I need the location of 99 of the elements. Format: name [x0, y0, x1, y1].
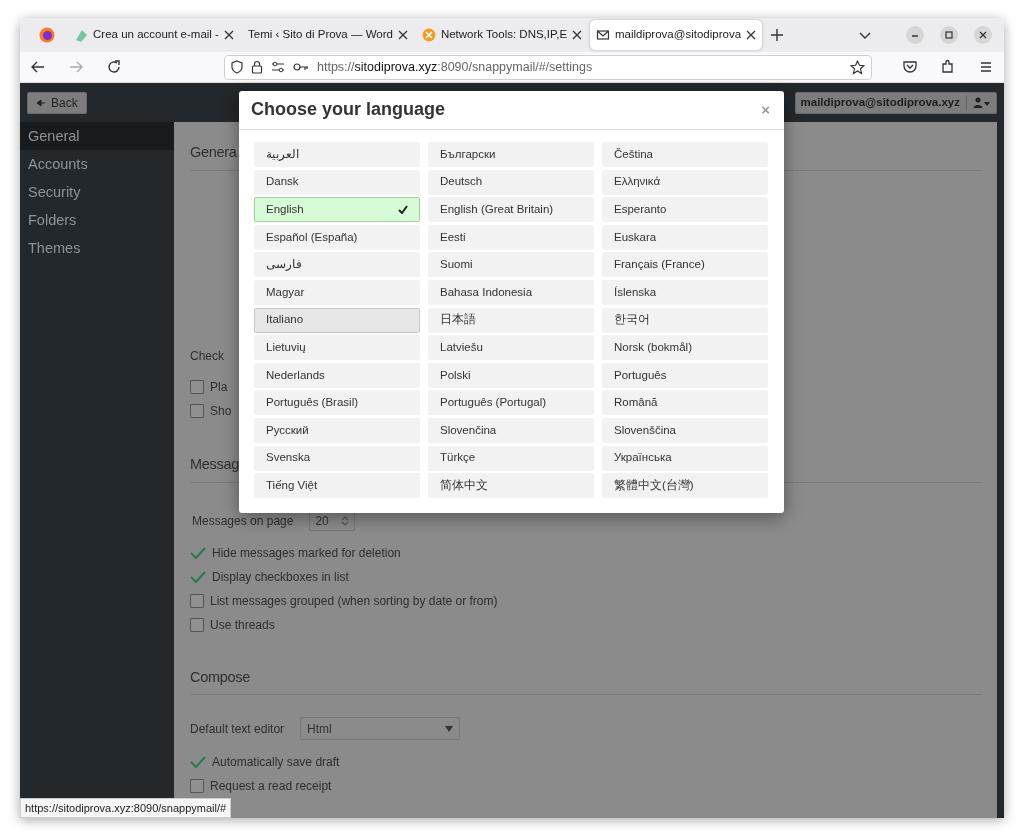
checkbox[interactable] — [190, 593, 204, 608]
language-option[interactable]: Norsk (bokmål) — [602, 335, 768, 361]
back-arrow-icon[interactable] — [30, 59, 46, 75]
language-option[interactable]: Français (France) — [602, 252, 768, 278]
option-label: Request a read receipt — [210, 778, 332, 796]
sidebar-item[interactable]: Accounts — [20, 150, 174, 178]
arrow-left-icon — [36, 98, 46, 107]
status-link-tooltip: https://sitodiprova.xyz:8090/snappymail/# — [20, 797, 232, 818]
sidebar-item[interactable]: Security — [20, 178, 174, 206]
language-option[interactable]: Bahasa Indonesia — [428, 279, 594, 305]
language-option[interactable]: Português (Brasil) — [254, 390, 420, 416]
star-icon[interactable] — [850, 59, 865, 75]
puzzle-icon[interactable] — [940, 59, 956, 75]
language-option[interactable]: Ελληνικά — [602, 169, 768, 195]
checkbox[interactable] — [190, 379, 204, 394]
option-label: Display checkboxes in list — [212, 568, 349, 586]
user-caret-icon — [973, 96, 991, 109]
language-option[interactable]: 日本語 — [428, 307, 594, 333]
language-option[interactable]: 한국어 — [602, 307, 768, 333]
language-option[interactable]: فارسی — [254, 252, 420, 278]
sidebar-item[interactable]: General — [20, 122, 174, 150]
option-label: Use threads — [210, 616, 275, 634]
lock-icon — [251, 60, 263, 74]
dialog-title: Choose your language — [251, 99, 446, 121]
language-option[interactable]: Português — [602, 362, 768, 388]
language-option[interactable]: English — [254, 197, 420, 223]
url-field[interactable]: https://sitodiprova.xyz:8090/snappymail/#/settings — [224, 54, 872, 80]
caret-down-icon — [445, 725, 454, 732]
language-option[interactable]: Magyar — [254, 279, 420, 305]
language-option[interactable]: Nederlands — [254, 362, 420, 388]
x-circle-icon — [422, 28, 436, 42]
checkmark-icon — [398, 205, 408, 215]
language-option[interactable]: Polski — [428, 362, 594, 388]
language-option[interactable]: Eesti — [428, 224, 594, 250]
language-option[interactable]: Lietuvių — [254, 335, 420, 361]
language-option[interactable]: Русский — [254, 417, 420, 443]
language-option[interactable]: Čeština — [602, 142, 768, 167]
menu-icon[interactable] — [978, 59, 994, 75]
field-label: Check — [190, 347, 224, 365]
language-option[interactable]: English (Great Britain) — [428, 197, 594, 223]
reload-icon[interactable] — [106, 59, 122, 75]
sliders-icon — [271, 61, 285, 73]
language-option[interactable]: Română — [602, 390, 768, 416]
language-option[interactable]: Íslenska — [602, 279, 768, 305]
language-option[interactable]: Українська — [602, 445, 768, 471]
checkbox[interactable] — [190, 403, 204, 418]
language-option[interactable]: Italiano — [254, 307, 420, 333]
account-button[interactable]: maildiprova@sitodiprova.xyz — [794, 91, 997, 114]
close-icon[interactable] — [746, 30, 756, 40]
language-option[interactable]: Svenska — [254, 445, 420, 471]
sidebar-item[interactable]: Folders — [20, 206, 174, 234]
language-option[interactable]: Esperanto — [602, 197, 768, 223]
option-label: Hide messages marked for deletion — [212, 544, 401, 562]
pocket-icon[interactable] — [902, 59, 918, 75]
select-field[interactable]: Html — [300, 717, 461, 741]
option-label: List messages grouped (when sorting by date or from) — [210, 592, 498, 610]
language-option[interactable]: Euskara — [602, 224, 768, 250]
language-option[interactable]: Português (Portugal) — [428, 390, 594, 416]
language-option[interactable]: Türkçe — [428, 445, 594, 471]
language-option[interactable]: Slovenščina — [602, 417, 768, 443]
checkmark-icon[interactable] — [190, 755, 206, 770]
language-option[interactable]: 繁體中文(台灣) — [602, 473, 768, 499]
option-label: Automatically save draft — [212, 754, 340, 772]
maximize-icon[interactable] — [942, 28, 956, 42]
language-option[interactable]: Tiếng Việt — [254, 473, 420, 499]
option-label: Sho — [210, 402, 232, 420]
language-option[interactable]: Latviešu — [428, 335, 594, 361]
browser-logo-icon[interactable] — [39, 27, 55, 43]
browser-tab[interactable]: maildiprova@sitodiprova — [590, 20, 762, 50]
back-button[interactable]: Back — [27, 91, 87, 114]
language-option[interactable]: Dansk — [254, 169, 420, 195]
envelope-icon — [596, 28, 610, 42]
language-option[interactable]: Slovenčina — [428, 417, 594, 443]
close-icon[interactable] — [572, 30, 582, 40]
language-option[interactable]: Español (España) — [254, 224, 420, 250]
language-option[interactable]: Deutsch — [428, 169, 594, 195]
checkmark-icon[interactable] — [190, 545, 206, 560]
field-label: Messages on page — [192, 512, 294, 530]
browser-tab[interactable]: Network Tools: DNS,IP,E — [416, 20, 588, 50]
language-option[interactable]: Български — [428, 142, 594, 167]
checkmark-icon[interactable] — [190, 569, 206, 584]
checkbox[interactable] — [190, 617, 204, 632]
key-icon — [293, 62, 309, 72]
language-option[interactable]: Suomi — [428, 252, 594, 278]
field-label: Default text editor — [190, 720, 285, 738]
browser-tab[interactable]: Temi ‹ Sito di Prova — Word — [242, 20, 414, 50]
spinner-icon — [341, 514, 350, 527]
checkbox[interactable] — [190, 779, 204, 794]
plus-icon[interactable] — [770, 28, 784, 42]
close-icon[interactable] — [224, 30, 234, 40]
close-icon[interactable] — [398, 30, 408, 40]
language-option[interactable]: 简体中文 — [428, 473, 594, 499]
leaf-icon — [74, 28, 88, 42]
language-option[interactable]: العربية — [254, 142, 420, 167]
browser-tab[interactable]: Crea un account e-mail - — [68, 20, 240, 50]
sidebar-item[interactable]: Themes — [20, 234, 174, 262]
shield-icon — [231, 60, 243, 74]
option-label: Pla — [210, 378, 228, 396]
section-heading: Compose — [190, 666, 981, 696]
